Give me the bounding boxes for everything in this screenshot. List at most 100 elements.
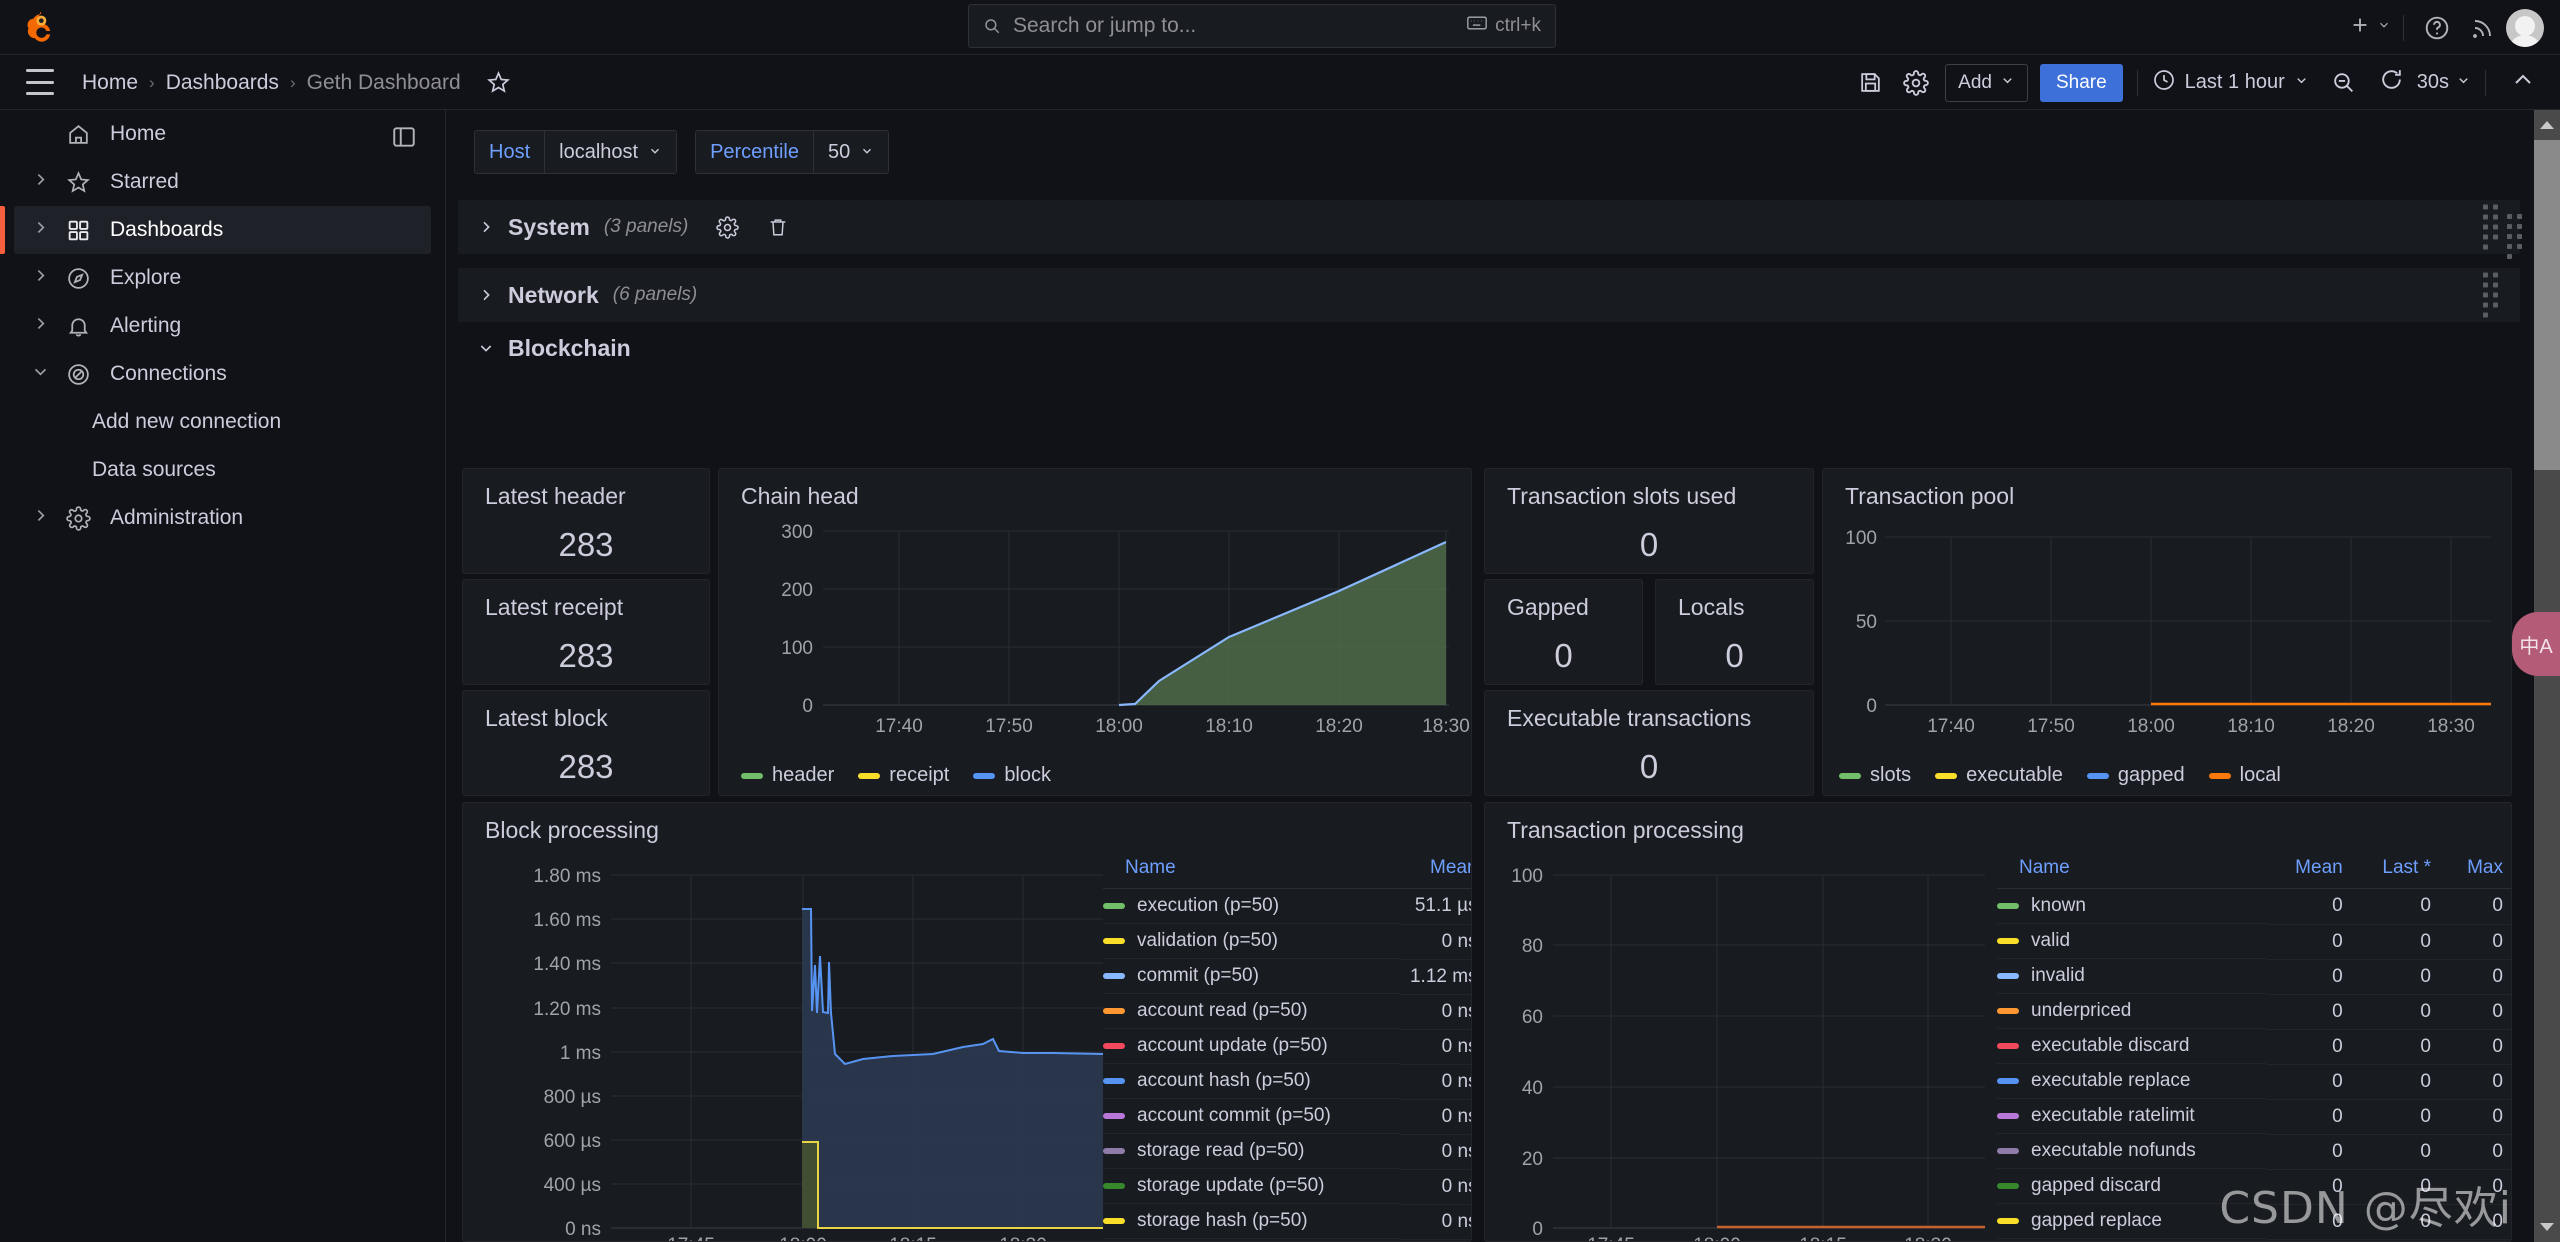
legend-series-name-cell[interactable]: gapped replace bbox=[1997, 1204, 2266, 1239]
legend-table-row[interactable]: valid 0 0 0 bbox=[1997, 924, 2511, 960]
legend-series-name-cell[interactable]: known bbox=[1997, 889, 2266, 924]
refresh-controls[interactable]: 30s bbox=[2379, 67, 2471, 98]
legend-table-row[interactable]: account hash (p=50)0 ns0 ns0 ns bbox=[1103, 1064, 1471, 1100]
legend-col-max[interactable]: Max bbox=[2441, 851, 2511, 889]
legend-series-name-cell[interactable]: account commit (p=50) bbox=[1103, 1099, 1400, 1134]
legend-table-row[interactable]: executable replace 0 0 0 bbox=[1997, 1064, 2511, 1100]
legend-series-name-cell[interactable]: validation (p=50) bbox=[1103, 924, 1400, 959]
chevron-right-icon[interactable] bbox=[32, 506, 49, 530]
ime-language-indicator[interactable]: 中A bbox=[2512, 612, 2560, 676]
row-drag-handle[interactable] bbox=[2483, 272, 2498, 318]
panel-transaction-processing[interactable]: Transaction processing 100 80 60 40 20 0… bbox=[1484, 802, 2512, 1242]
legend-col-mean[interactable]: Mean bbox=[1399, 851, 1471, 889]
legend-series-name-cell[interactable]: storage read (p=50) bbox=[1103, 1134, 1400, 1169]
legend-item[interactable]: block bbox=[973, 764, 1051, 787]
panel-locals[interactable]: Locals 0 bbox=[1655, 579, 1814, 685]
variable-select-host[interactable]: localhost bbox=[544, 130, 678, 174]
dashboard-row-system[interactable]: System (3 panels) bbox=[458, 200, 2520, 254]
chevron-right-icon[interactable] bbox=[32, 218, 49, 242]
panel-gapped[interactable]: Gapped 0 bbox=[1484, 579, 1643, 685]
collapse-toolbar-button[interactable] bbox=[2500, 63, 2546, 103]
legend-table-row[interactable]: executable nofunds 0 0 0 bbox=[1997, 1134, 2511, 1170]
sidebar-item-alerting[interactable]: Alerting bbox=[14, 302, 431, 350]
zoom-out-icon[interactable] bbox=[2321, 63, 2367, 103]
legend-item[interactable]: local bbox=[2208, 764, 2281, 787]
row-drag-handle[interactable] bbox=[2483, 204, 2498, 250]
share-button[interactable]: Share bbox=[2039, 63, 2123, 102]
legend-table-row[interactable]: underpriced 0 0 0 bbox=[1997, 994, 2511, 1030]
breadcrumb-item-home[interactable]: Home bbox=[82, 71, 138, 95]
legend-col-last[interactable]: Last * bbox=[2352, 851, 2441, 889]
row-drag-handle-system[interactable] bbox=[2507, 214, 2522, 259]
legend-item[interactable]: executable bbox=[1935, 764, 2063, 787]
time-range-picker[interactable]: Last 1 hour bbox=[2152, 68, 2309, 98]
legend-series-name-cell[interactable]: invalid bbox=[1997, 959, 2266, 994]
legend-col-name[interactable]: Name bbox=[1997, 851, 2266, 889]
legend-series-name-cell[interactable]: executable nofunds bbox=[1997, 1134, 2266, 1169]
help-circle-icon[interactable] bbox=[2414, 5, 2460, 51]
chevron-right-icon[interactable] bbox=[478, 219, 494, 235]
legend-table-row[interactable]: storage read (p=50)0 ns0 ns0 ns bbox=[1103, 1134, 1471, 1170]
legend-table-row[interactable]: execution (p=50)51.1 µs0 ns646 µs bbox=[1103, 888, 1471, 925]
legend-table-row[interactable]: account commit (p=50)0 ns0 ns0 ns bbox=[1103, 1099, 1471, 1135]
refresh-icon[interactable] bbox=[2379, 67, 2404, 98]
legend-item[interactable]: receipt bbox=[858, 764, 949, 787]
trash-icon[interactable] bbox=[767, 216, 789, 238]
gear-icon[interactable] bbox=[1893, 63, 1939, 103]
legend-table-row[interactable]: gapped discard 0 0 0 bbox=[1997, 1169, 2511, 1205]
chevron-down-icon[interactable] bbox=[478, 340, 494, 356]
legend-series-name-cell[interactable]: executable discard bbox=[1997, 1029, 2266, 1064]
legend-series-name-cell[interactable]: storage hash (p=50) bbox=[1103, 1204, 1400, 1239]
block-processing-legend-table[interactable]: Name Mean Last * Max execution (p=50) 51.… bbox=[1103, 851, 1471, 1241]
panel-latest-block[interactable]: Latest block 283 bbox=[462, 690, 710, 796]
gear-icon[interactable] bbox=[716, 215, 740, 239]
rss-icon[interactable] bbox=[2460, 5, 2506, 51]
legend-table-row[interactable]: commit (p=50)1.12 ms1.10 ms1.59 ms bbox=[1103, 959, 1471, 995]
chevron-right-icon[interactable] bbox=[32, 266, 49, 290]
star-outline-icon[interactable] bbox=[486, 70, 511, 95]
legend-table-row[interactable]: gapped replace 0 0 0 bbox=[1997, 1204, 2511, 1240]
panel-transaction-slots-used[interactable]: Transaction slots used 0 bbox=[1484, 468, 1814, 574]
dashboard-row-blockchain[interactable]: Blockchain bbox=[458, 324, 2520, 372]
sidebar-item-starred[interactable]: Starred bbox=[14, 158, 431, 206]
hamburger-menu-icon[interactable] bbox=[26, 69, 54, 95]
dashboard-row-network[interactable]: Network (6 panels) bbox=[458, 268, 2520, 322]
new-item-button[interactable] bbox=[2347, 5, 2393, 51]
legend-table-row[interactable]: account update (p=50)0 ns0 ns0 ns bbox=[1103, 1029, 1471, 1065]
legend-series-name-cell[interactable]: valid bbox=[1997, 924, 2266, 959]
page-scrollbar[interactable] bbox=[2534, 110, 2560, 1242]
panel-latest-receipt[interactable]: Latest receipt 283 bbox=[462, 579, 710, 685]
legend-series-name-cell[interactable]: account hash (p=50) bbox=[1103, 1064, 1400, 1099]
variable-select-percentile[interactable]: 50 bbox=[813, 130, 890, 174]
panel-transaction-pool[interactable]: Transaction pool 100 50 0 17:40 17:50 18… bbox=[1822, 468, 2512, 796]
legend-table-row[interactable]: account read (p=50)0 ns0 ns0 ns bbox=[1103, 994, 1471, 1030]
legend-table-row[interactable]: storage hash (p=50)0 ns0 ns0 ns bbox=[1103, 1204, 1471, 1240]
legend-col-name[interactable]: Name bbox=[1103, 851, 1400, 889]
scroll-down-arrow-icon[interactable] bbox=[2534, 1212, 2560, 1242]
save-disk-icon[interactable] bbox=[1847, 63, 1893, 103]
block-processing-chart[interactable]: 1.80 ms 1.60 ms 1.40 ms 1.20 ms 1 ms 800… bbox=[463, 853, 1103, 1242]
legend-table-row[interactable]: validation (p=50)0 ns0 ns0 ns bbox=[1103, 924, 1471, 960]
transaction-processing-legend-table[interactable]: Name Mean Last * Max known 0 0 0 valid 0 0 0 inv… bbox=[1997, 851, 2511, 1241]
sidebar-item-dashboards[interactable]: Dashboards bbox=[0, 206, 431, 254]
panel-chain-head[interactable]: Chain head 300 200 100 0 17:40 17:50 18:… bbox=[718, 468, 1472, 796]
panel-executable-transactions[interactable]: Executable transactions 0 bbox=[1484, 690, 1814, 796]
panel-block-processing[interactable]: Block processing 1.80 ms 1.60 ms 1.40 ms… bbox=[462, 802, 1472, 1242]
transaction-pool-chart[interactable]: 100 50 0 17:40 17:50 18:00 18:10 18:20 1… bbox=[1823, 513, 2512, 753]
legend-item[interactable]: slots bbox=[1839, 764, 1911, 787]
legend-series-name-cell[interactable]: execution (p=50) bbox=[1103, 889, 1400, 924]
sidebar-item-connections[interactable]: Connections bbox=[14, 350, 431, 398]
legend-table-row[interactable]: known 0 0 0 bbox=[1997, 888, 2511, 925]
chevron-right-icon[interactable] bbox=[32, 170, 49, 194]
legend-col-mean[interactable]: Mean bbox=[2265, 851, 2353, 889]
legend-item[interactable]: gapped bbox=[2086, 764, 2185, 787]
chain-head-chart[interactable]: 300 200 100 0 17:40 17:50 18:00 18:10 18… bbox=[719, 513, 1473, 753]
grafana-logo-icon[interactable] bbox=[22, 8, 62, 48]
transaction-processing-chart[interactable]: 100 80 60 40 20 0 17:45 18:00 18:15 18:3… bbox=[1485, 853, 2005, 1242]
legend-series-name-cell[interactable]: account read (p=50) bbox=[1103, 994, 1400, 1029]
legend-table-row[interactable]: storage update (p=50)0 ns0 ns0 ns bbox=[1103, 1169, 1471, 1205]
panel-latest-header[interactable]: Latest header 283 bbox=[462, 468, 710, 574]
legend-series-name-cell[interactable]: account update (p=50) bbox=[1103, 1029, 1400, 1064]
legend-series-name-cell[interactable]: executable ratelimit bbox=[1997, 1099, 2266, 1134]
scrollbar-thumb[interactable] bbox=[2534, 140, 2560, 470]
